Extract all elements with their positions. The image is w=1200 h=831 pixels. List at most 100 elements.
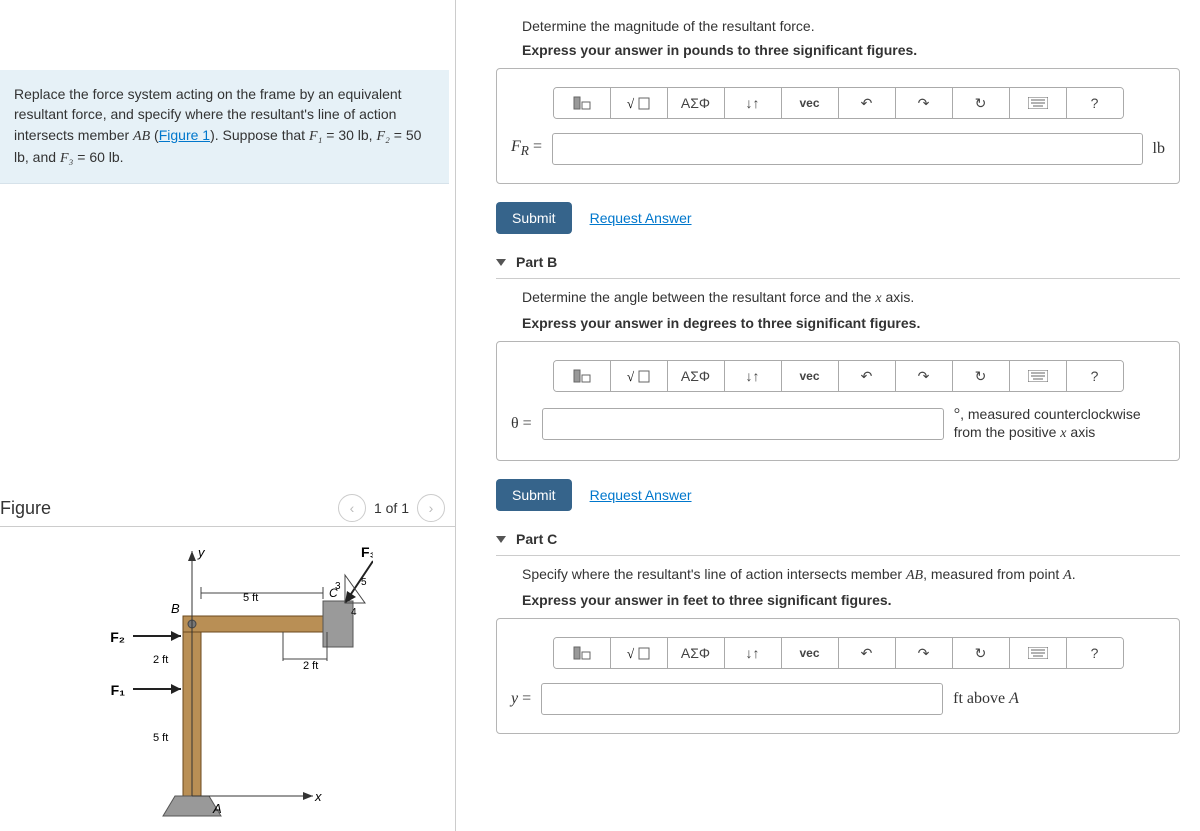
redo-icon[interactable]: ↷ (896, 88, 953, 118)
keyboard-icon[interactable] (1010, 638, 1067, 668)
arrows-icon[interactable]: ↓↑ (725, 361, 782, 391)
template-icon[interactable] (554, 638, 611, 668)
partb-answer-input[interactable] (542, 408, 944, 440)
template-icon[interactable] (554, 361, 611, 391)
svg-text:F₃: F₃ (361, 544, 373, 560)
arrows-icon[interactable]: ↓↑ (725, 638, 782, 668)
parta-prompt1: Determine the magnitude of the resultant… (522, 18, 1180, 34)
f2-label: F₂ (376, 129, 389, 144)
partb-submit-button[interactable]: Submit (496, 479, 572, 511)
svg-text:F₂: F₂ (110, 629, 125, 645)
svg-text:x: x (314, 789, 322, 804)
help-icon[interactable]: ? (1067, 638, 1123, 668)
f3-val: = 60 lb. (73, 149, 123, 165)
partc-collapse-icon[interactable] (496, 536, 506, 543)
undo-icon[interactable]: ↶ (839, 638, 896, 668)
reset-icon[interactable]: ↻ (953, 88, 1010, 118)
parta-prompt2: Express your answer in pounds to three s… (522, 42, 1180, 58)
figure-diagram: y x A B C F₁ F₂ F₃ 4 (0, 541, 455, 831)
figure-pager-label: 1 of 1 (374, 500, 409, 516)
figure-header: Figure ‹ 1 of 1 › (0, 494, 455, 526)
partb-unit-note1: , measured counterclockwise (960, 406, 1141, 422)
parta-actions: Submit Request Answer (496, 202, 1180, 234)
partb-actions: Submit Request Answer (496, 479, 1180, 511)
right-column: Determine the magnitude of the resultant… (456, 0, 1200, 831)
partb-collapse-icon[interactable] (496, 259, 506, 266)
partb-divider (496, 278, 1180, 279)
partb-request-answer-link[interactable]: Request Answer (590, 487, 692, 503)
partc-p1c: . (1072, 566, 1076, 582)
partb-header: Part B (496, 254, 1180, 270)
parta-answer-input[interactable] (552, 133, 1143, 165)
svg-text:5: 5 (361, 577, 367, 588)
partb-prompt1: Determine the angle between the resultan… (522, 289, 1180, 307)
undo-icon[interactable]: ↶ (839, 361, 896, 391)
math-icon[interactable]: √ (611, 361, 668, 391)
vec-button[interactable]: vec (782, 361, 839, 391)
parta-request-answer-link[interactable]: Request Answer (590, 210, 692, 226)
partc-toolbar: √ ΑΣΦ ↓↑ vec ↶ ↷ ↻ ? (553, 637, 1124, 669)
svg-text:y: y (197, 545, 206, 560)
svg-text:A: A (212, 801, 222, 816)
arrows-icon[interactable]: ↓↑ (725, 88, 782, 118)
keyboard-icon[interactable] (1010, 88, 1067, 118)
figure-link[interactable]: Figure 1 (159, 127, 210, 143)
f3-label: F₃ (60, 151, 73, 166)
vec-button[interactable]: vec (782, 88, 839, 118)
f1-label: F₁ (309, 129, 322, 144)
partc-answer-row: y = ft above A (511, 683, 1165, 715)
greek-icon[interactable]: ΑΣΦ (668, 638, 725, 668)
partc-answer-input[interactable] (541, 683, 943, 715)
problem-statement: Replace the force system acting on the f… (0, 70, 449, 184)
f1-val: = 30 lb, (322, 127, 376, 143)
svg-text:√: √ (627, 369, 635, 384)
partc-p1a: Specify where the resultant's line of ac… (522, 566, 906, 582)
parta-lhs: FR = (511, 138, 542, 159)
partc-unit-var: A (1009, 690, 1019, 707)
redo-icon[interactable]: ↷ (896, 638, 953, 668)
greek-icon[interactable]: ΑΣΦ (668, 88, 725, 118)
parta-submit-button[interactable]: Submit (496, 202, 572, 234)
svg-text:5 ft: 5 ft (243, 592, 258, 604)
partc-title: Part C (516, 531, 557, 547)
partb-answer-row: θ = °, measured counterclockwise from th… (511, 406, 1165, 442)
partb-lhs: θ = (511, 415, 532, 433)
member-label: AB (133, 129, 150, 144)
partb-unit: °, measured counterclockwise from the po… (954, 406, 1141, 442)
partc-unit-prefix: ft above (953, 690, 1009, 707)
figure-next-button[interactable]: › (417, 494, 445, 522)
svg-text:2 ft: 2 ft (153, 654, 168, 666)
greek-icon[interactable]: ΑΣΦ (668, 361, 725, 391)
partc-unit: ft above A (953, 690, 1019, 708)
template-icon[interactable] (554, 88, 611, 118)
partb-toolbar: √ ΑΣΦ ↓↑ vec ↶ ↷ ↻ ? (553, 360, 1124, 392)
reset-icon[interactable]: ↻ (953, 361, 1010, 391)
math-icon[interactable]: √ (611, 638, 668, 668)
figure-prev-button[interactable]: ‹ (338, 494, 366, 522)
figure-divider (0, 526, 455, 527)
partb-prompt2: Express your answer in degrees to three … (522, 315, 1180, 331)
partc-p1b: , measured from point (923, 566, 1063, 582)
undo-icon[interactable]: ↶ (839, 88, 896, 118)
left-column: Replace the force system acting on the f… (0, 0, 456, 831)
partc-prompt1: Specify where the resultant's line of ac… (522, 566, 1180, 584)
partc-divider (496, 555, 1180, 556)
figure-pager: ‹ 1 of 1 › (338, 494, 445, 522)
help-icon[interactable]: ? (1067, 88, 1123, 118)
redo-icon[interactable]: ↷ (896, 361, 953, 391)
vec-button[interactable]: vec (782, 638, 839, 668)
partb-title: Part B (516, 254, 557, 270)
keyboard-icon[interactable] (1010, 361, 1067, 391)
partb-unit-note2: from the positive x axis (954, 424, 1096, 440)
svg-text:5 ft: 5 ft (153, 732, 168, 744)
reset-icon[interactable]: ↻ (953, 638, 1010, 668)
partc-header: Part C (496, 531, 1180, 547)
parta-answer-row: FR = lb (511, 133, 1165, 165)
figure-title: Figure (0, 498, 51, 519)
svg-text:√: √ (627, 646, 635, 661)
partc-p1-pt: A (1063, 568, 1072, 583)
svg-text:4: 4 (351, 607, 357, 618)
problem-suppose: . Suppose that (215, 127, 309, 143)
help-icon[interactable]: ? (1067, 361, 1123, 391)
math-icon[interactable]: √ (611, 88, 668, 118)
